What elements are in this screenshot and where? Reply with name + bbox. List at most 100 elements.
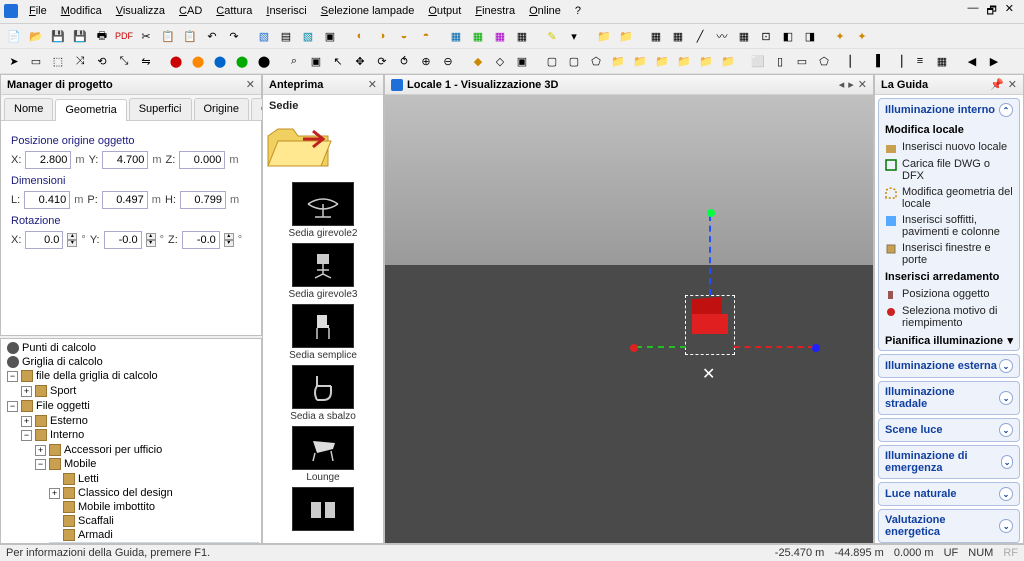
calc3-icon[interactable]: ▦	[490, 26, 510, 46]
panel-close-icon[interactable]: ✕	[368, 78, 377, 91]
guide-section-stradale[interactable]: Illuminazione stradale⌄	[878, 381, 1020, 415]
exp-mobile[interactable]: −	[35, 459, 46, 470]
cursor-icon[interactable]: ➤	[4, 51, 24, 71]
panel-next-icon[interactable]: ▸	[848, 78, 854, 91]
zoom-cursor-icon[interactable]: ↖	[328, 51, 348, 71]
input-rot-y[interactable]	[104, 231, 142, 249]
chevron-down-icon[interactable]: ⌄	[1001, 455, 1013, 469]
exp-interno[interactable]: −	[21, 430, 32, 441]
ortho-top-icon[interactable]: ⬜	[748, 51, 768, 71]
panel-prev-icon[interactable]: ◂	[839, 78, 845, 91]
tree-filegriglia[interactable]: file della griglia di calcolo	[36, 370, 158, 382]
rotate-icon[interactable]: ⟲	[92, 51, 112, 71]
input-origin-y[interactable]	[102, 151, 148, 169]
chevron-down-icon[interactable]: ⌄	[999, 519, 1013, 533]
tree-punti[interactable]: Punti di calcolo	[22, 342, 96, 354]
brand-1-icon[interactable]: ⬤	[166, 51, 186, 71]
spinner-rx[interactable]: ▴▾	[67, 233, 77, 247]
tree-imbottito[interactable]: Mobile imbottito	[78, 501, 155, 513]
tree-griglia[interactable]: Griglia di calcolo	[22, 356, 103, 368]
grid3-icon[interactable]: ▦	[734, 26, 754, 46]
menu-selezione[interactable]: Selezione lampade	[314, 2, 422, 21]
folder-tool-icon[interactable]: 📁	[608, 51, 628, 71]
chevron-down-icon[interactable]: ⌄	[999, 423, 1013, 437]
menu-cattura[interactable]: Cattura	[209, 2, 259, 21]
panel-pin-icon[interactable]: 📌	[990, 78, 1004, 91]
align-right-icon[interactable]: ▕	[888, 51, 908, 71]
folder-up-icon[interactable]	[263, 121, 333, 171]
brand-4-icon[interactable]: ⬤	[232, 51, 252, 71]
axis-z[interactable]	[709, 215, 711, 295]
preview-item[interactable]: Lounge	[263, 426, 383, 483]
guide-section-esterna[interactable]: Illuminazione esterna⌄	[878, 354, 1020, 378]
tree-armadi[interactable]: Armadi	[78, 529, 113, 541]
menu-finestra[interactable]: Finestra	[468, 2, 522, 21]
3d-view-icon[interactable]: ⬠	[814, 51, 834, 71]
copy-icon[interactable]: 📋	[158, 26, 178, 46]
input-dim-l[interactable]	[24, 191, 70, 209]
panel-close-icon[interactable]: ✕	[1008, 78, 1017, 91]
view-3d-icon[interactable]: ⬠	[586, 51, 606, 71]
exp-fileogg[interactable]: −	[7, 401, 18, 412]
scale-icon[interactable]: ⤡	[114, 51, 134, 71]
calc4-icon[interactable]: ▦	[512, 26, 532, 46]
brand-3-icon[interactable]: ⬤	[210, 51, 230, 71]
marker-icon[interactable]: ✎	[542, 26, 562, 46]
folder-light-icon[interactable]: 📁	[652, 51, 672, 71]
tree-mobile[interactable]: Mobile	[64, 458, 96, 470]
spinner-rz[interactable]: ▴▾	[224, 233, 234, 247]
zoomout-icon[interactable]: ⊖	[438, 51, 458, 71]
tree-esterno[interactable]: Esterno	[50, 415, 88, 427]
copy-box-icon[interactable]: ▣	[320, 26, 340, 46]
guide-seleziona[interactable]: Seleziona motivo di riempimento	[879, 303, 1019, 331]
guide-section-energetica[interactable]: Valutazione energetica⌄	[878, 509, 1020, 543]
input-dim-p[interactable]	[102, 191, 148, 209]
downarrow-icon[interactable]: ▾	[564, 26, 584, 46]
folder-1-icon[interactable]: 📁	[594, 26, 614, 46]
curve-icon[interactable]: 〰	[712, 26, 732, 46]
light-scene-icon[interactable]: ◑	[372, 26, 392, 46]
tool-a-icon[interactable]: ◧	[778, 26, 798, 46]
layers-icon[interactable]: ▤	[276, 26, 296, 46]
tree-sport[interactable]: Sport	[50, 385, 76, 397]
point-icon[interactable]: ⊡	[756, 26, 776, 46]
preview-item[interactable]: Sedia semplice	[263, 304, 383, 361]
zoom-window-icon[interactable]: ▣	[306, 51, 326, 71]
preview-item[interactable]	[263, 487, 383, 531]
spinner-ry[interactable]: ▴▾	[146, 233, 156, 247]
tree-classico[interactable]: Classico del design	[78, 487, 173, 499]
menu-output[interactable]: Output	[421, 2, 468, 21]
preview-item[interactable]: Sedia girevole2	[263, 182, 383, 239]
paste-icon[interactable]: 📋	[180, 26, 200, 46]
window-minimize-icon[interactable]: —	[967, 2, 978, 21]
window-restore-icon[interactable]: 🗗	[986, 2, 996, 21]
exp-sport[interactable]: +	[21, 386, 32, 397]
calc2-icon[interactable]: ▦	[468, 26, 488, 46]
hidden-line-icon[interactable]: ▣	[512, 51, 532, 71]
light-room-icon[interactable]: ◐	[350, 26, 370, 46]
wand-icon[interactable]: ✦	[830, 26, 850, 46]
preview-item[interactable]: Sedia a sbalzo	[263, 365, 383, 422]
solid-gold-icon[interactable]: ◆	[468, 51, 488, 71]
tree-fileogg[interactable]: File oggetti	[36, 400, 90, 412]
axis-x[interactable]	[636, 346, 686, 348]
redo-icon[interactable]: ↷	[224, 26, 244, 46]
prev-icon[interactable]: ◀	[962, 51, 982, 71]
guide-section-emergenza[interactable]: Illuminazione di emergenza⌄	[878, 445, 1020, 479]
folder-2-icon[interactable]: 📁	[616, 26, 636, 46]
box-cyan-icon[interactable]: ▧	[298, 26, 318, 46]
guide-section-scene[interactable]: Scene luce⌄	[878, 418, 1020, 442]
input-dim-h[interactable]	[180, 191, 226, 209]
exp-classico[interactable]: +	[49, 488, 60, 499]
guide-pianifica[interactable]: Pianifica illuminazione ▾	[879, 331, 1019, 350]
folder-col-icon[interactable]: 📁	[696, 51, 716, 71]
pdf-icon[interactable]: PDF	[114, 26, 134, 46]
mirror-icon[interactable]: ⇋	[136, 51, 156, 71]
save-copy-icon[interactable]: 💾	[70, 26, 90, 46]
tree-scaffali[interactable]: Scaffali	[78, 515, 114, 527]
brand-2-icon[interactable]: ⬤	[188, 51, 208, 71]
open-file-icon[interactable]: 📂	[26, 26, 46, 46]
align-left-icon[interactable]: ▏	[844, 51, 864, 71]
dropdown-icon[interactable]: ▾	[1007, 334, 1013, 347]
grid-icon[interactable]: ▦	[646, 26, 666, 46]
